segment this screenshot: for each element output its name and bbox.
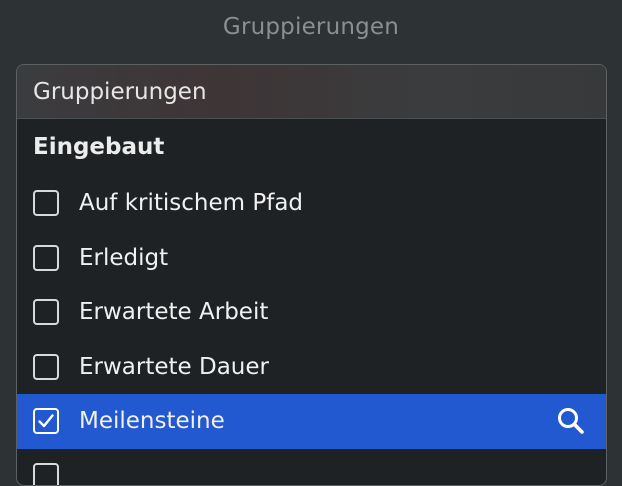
checkbox[interactable] xyxy=(33,299,59,325)
checkbox[interactable] xyxy=(33,190,59,216)
checkbox[interactable] xyxy=(33,463,59,486)
item-label: Auf kritischem Pfad xyxy=(79,190,303,216)
list-item-expected-work[interactable]: Erwartete Arbeit xyxy=(17,285,606,340)
checkmark-icon xyxy=(36,411,56,431)
window-title: Gruppierungen xyxy=(0,14,622,40)
item-label: Meilensteine xyxy=(79,408,225,434)
checkbox[interactable] xyxy=(33,245,59,271)
groupings-dropdown[interactable]: Gruppierungen Eingebaut Auf kritischem P… xyxy=(16,64,607,486)
dropdown-header[interactable]: Gruppierungen xyxy=(17,65,606,119)
section-heading-builtin: Eingebaut xyxy=(17,119,606,176)
checkbox[interactable] xyxy=(33,354,59,380)
list-item-partial[interactable] xyxy=(17,449,606,486)
item-label: Erledigt xyxy=(79,245,168,271)
list-item-expected-duration[interactable]: Erwartete Dauer xyxy=(17,340,606,395)
list-item-done[interactable]: Erledigt xyxy=(17,231,606,286)
search-icon[interactable] xyxy=(556,406,586,436)
item-label: Erwartete Dauer xyxy=(79,354,269,380)
list-item-milestones[interactable]: Meilensteine xyxy=(17,394,606,449)
item-label: Erwartete Arbeit xyxy=(79,299,268,325)
checkbox-checked[interactable] xyxy=(33,408,59,434)
list-item-critical-path[interactable]: Auf kritischem Pfad xyxy=(17,176,606,231)
